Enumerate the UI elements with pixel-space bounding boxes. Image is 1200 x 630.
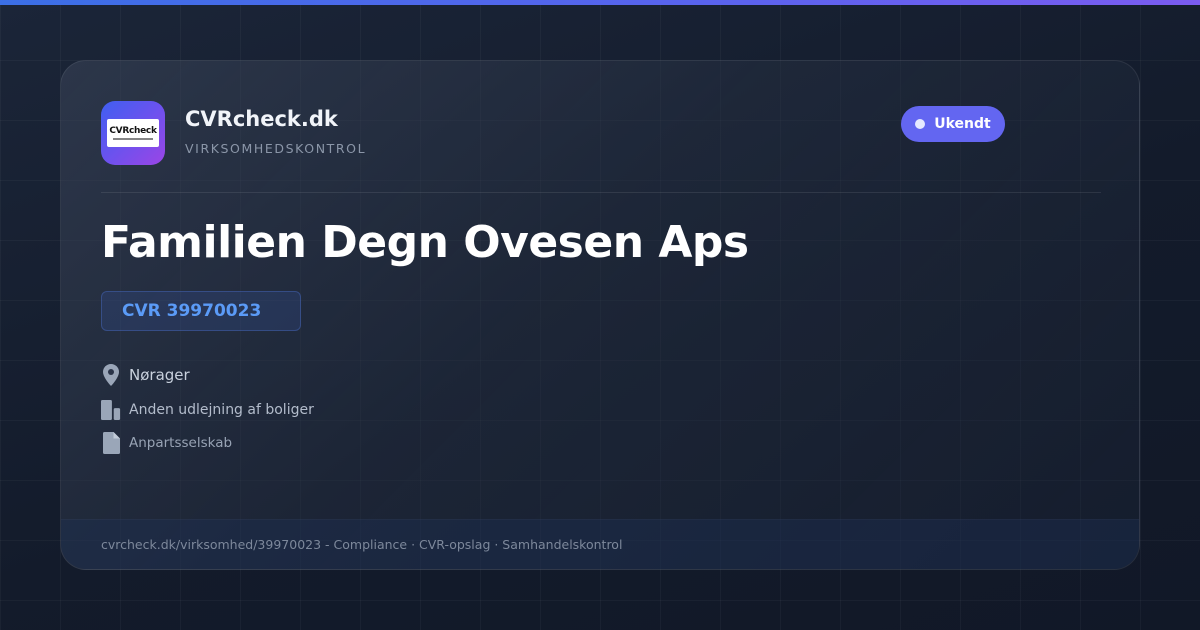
header-divider xyxy=(101,192,1101,193)
logo-inner: CVRcheck xyxy=(107,119,159,147)
top-accent-bar xyxy=(0,0,1200,5)
location-text: Nørager xyxy=(129,366,190,384)
building-icon xyxy=(101,398,121,422)
company-type-row: Anpartsselskab xyxy=(101,431,232,455)
status-badge: Ukendt xyxy=(901,106,1005,142)
industry-text: Anden udlejning af boliger xyxy=(129,402,314,418)
brand-tagline: VIRKSOMHEDSKONTROL xyxy=(185,141,367,156)
status-label: Ukendt xyxy=(934,116,991,132)
status-dot-icon xyxy=(915,119,926,129)
company-name: Familien Degn Ovesen Aps xyxy=(101,217,749,268)
brand-logo: CVRcheck xyxy=(101,101,165,165)
company-card: CVRcheck CVRcheck.dk VIRKSOMHEDSKONTROL … xyxy=(60,60,1140,570)
location-row: Nørager xyxy=(101,363,190,387)
document-icon xyxy=(101,431,121,455)
cvr-number: CVR 39970023 xyxy=(122,301,262,321)
logo-text: CVRcheck xyxy=(109,126,157,136)
cvr-chip: CVR 39970023 xyxy=(101,291,301,331)
card-footer: cvrcheck.dk/virksomhed/39970023 - Compli… xyxy=(61,519,1139,569)
og-card-page: CVRcheck CVRcheck.dk VIRKSOMHEDSKONTROL … xyxy=(0,0,1200,630)
company-type-text: Anpartsselskab xyxy=(129,435,233,451)
map-pin-icon xyxy=(101,363,121,387)
brand-name: CVRcheck.dk xyxy=(185,107,338,131)
industry-row: Anden udlejning af boliger xyxy=(101,398,314,422)
logo-underline xyxy=(113,138,153,140)
footer-text: cvrcheck.dk/virksomhed/39970023 - Compli… xyxy=(101,537,623,552)
